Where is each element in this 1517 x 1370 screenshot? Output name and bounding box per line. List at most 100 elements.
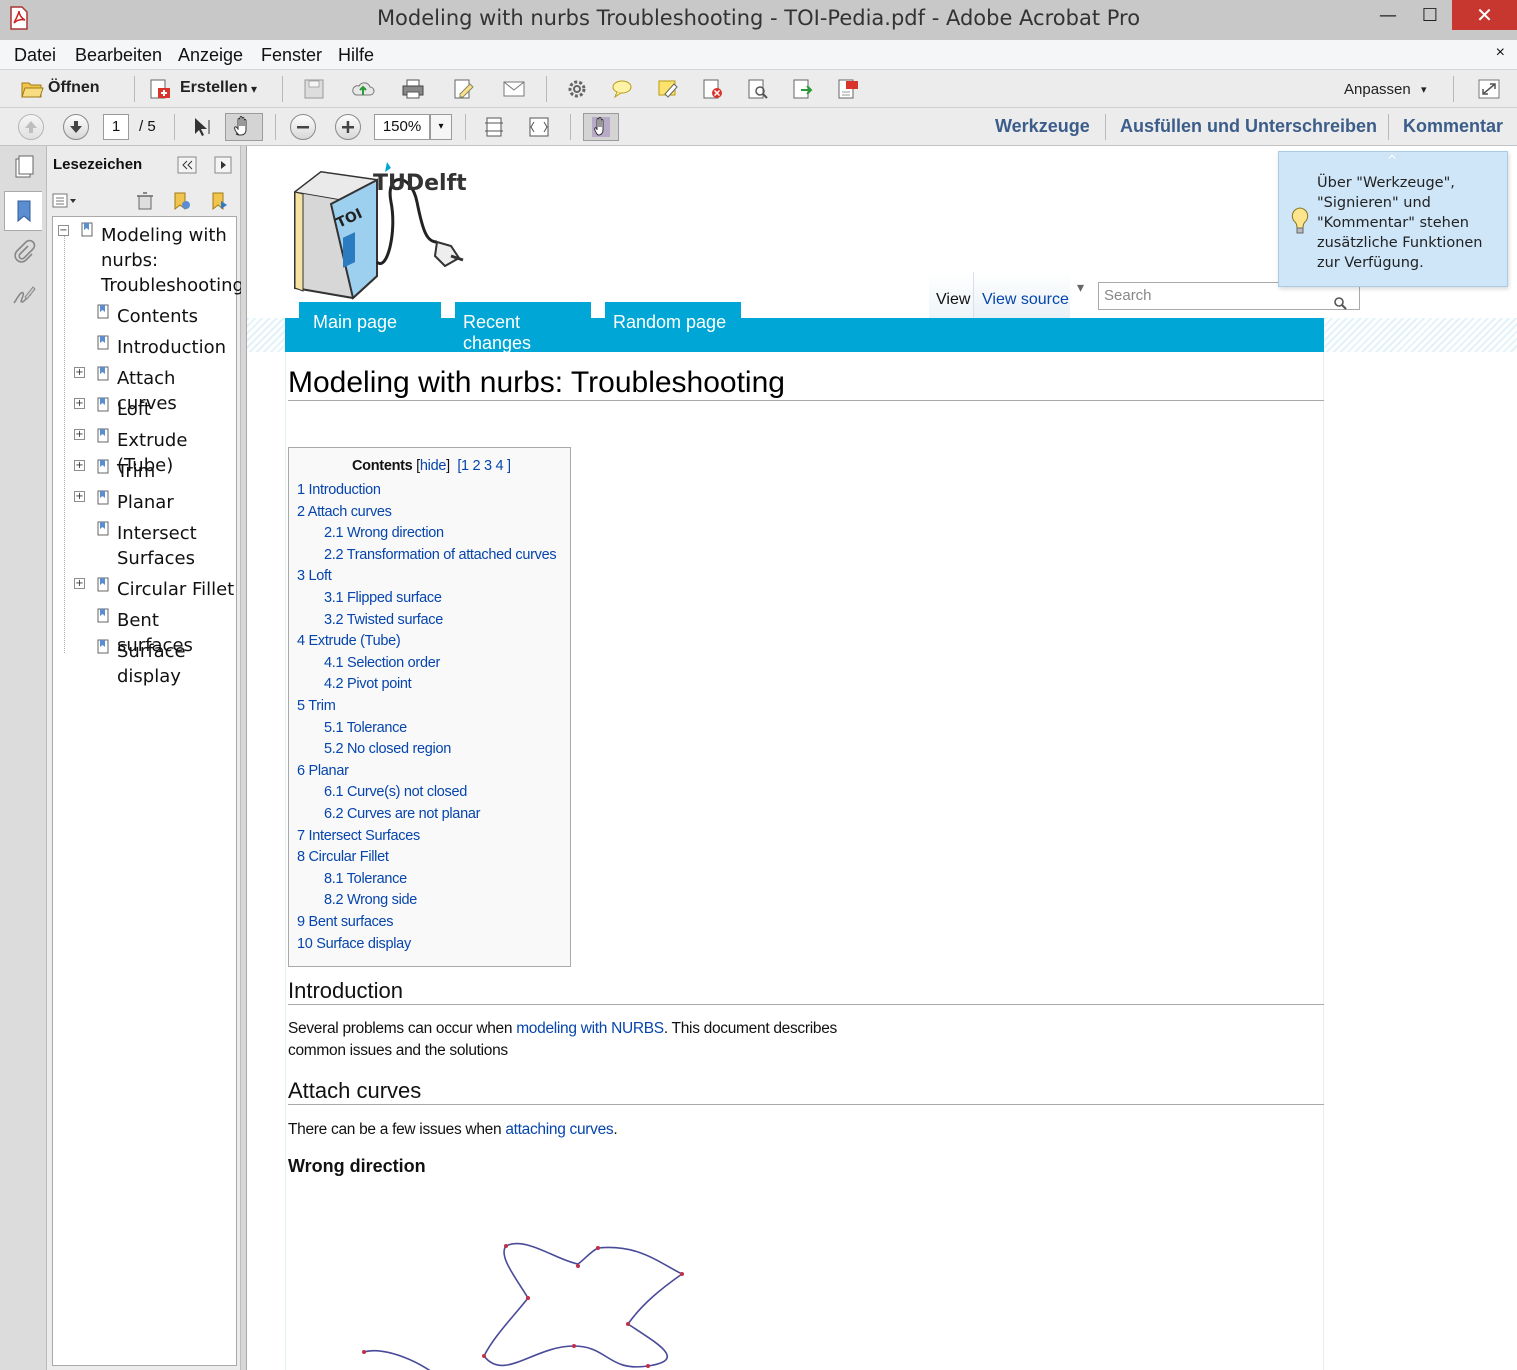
toc-entry[interactable]: 8.2 Wrong side	[324, 892, 417, 908]
export-icon[interactable]	[791, 78, 815, 100]
toc-entry[interactable]: 10 Surface display	[297, 936, 411, 952]
fullscreen-icon[interactable]	[1477, 78, 1501, 100]
toc-entry[interactable]: 1 Introduction	[297, 482, 381, 498]
toc-entry[interactable]: 3.2 Twisted surface	[324, 612, 443, 628]
expand-toggle-icon[interactable]: +	[74, 398, 85, 409]
create-dropdown-icon[interactable]: ▾	[251, 82, 257, 96]
save-icon[interactable]	[302, 78, 326, 100]
bookmark-item-planar[interactable]: Planar	[117, 490, 174, 515]
comment-pane-link[interactable]: Kommentar	[1403, 116, 1503, 137]
toc-entry[interactable]: 5.2 No closed region	[324, 741, 451, 757]
hand-tool-button[interactable]	[225, 113, 263, 141]
toc-entry[interactable]: 5 Trim	[297, 698, 336, 714]
bookmark-item-contents[interactable]: Contents	[117, 304, 198, 329]
bookmarks-tab[interactable]	[4, 191, 42, 231]
page-number-input[interactable]: 1	[103, 114, 129, 140]
toc-entry[interactable]: 4 Extrude (Tube)	[297, 633, 401, 649]
create-button[interactable]: Erstellen	[180, 79, 248, 97]
search-icon[interactable]	[1333, 296, 1347, 310]
tab-recent-changes[interactable]: Recent changes	[455, 302, 591, 353]
toc-entry[interactable]: 8 Circular Fillet	[297, 849, 389, 865]
menu-datei[interactable]: Datei	[14, 45, 56, 66]
next-page-button[interactable]	[63, 114, 89, 140]
open-button[interactable]: Öffnen	[48, 79, 100, 97]
highlight-icon[interactable]	[656, 78, 680, 100]
link-attaching-curves[interactable]: attaching curves	[505, 1121, 613, 1138]
customize-button[interactable]: Anpassen	[1344, 81, 1411, 98]
attachment-icon[interactable]	[11, 239, 37, 265]
document-view[interactable]: TOI TUDelft View View source ▾ Search Ma…	[247, 146, 1517, 1370]
link-modeling-nurbs[interactable]: modeling with NURBS	[516, 1020, 664, 1037]
close-document-button[interactable]: ×	[1496, 44, 1505, 62]
bookmark-options-icon[interactable]	[52, 191, 78, 211]
expand-toggle-icon[interactable]: +	[74, 460, 85, 471]
zoom-input[interactable]: 150%	[374, 114, 430, 140]
page-thumbnails-icon[interactable]	[11, 154, 37, 180]
expand-toggle-icon[interactable]: +	[74, 491, 85, 502]
menu-bearbeiten[interactable]: Bearbeiten	[75, 45, 162, 66]
trash-icon[interactable]	[135, 191, 155, 211]
toc-entry[interactable]: 7 Intersect Surfaces	[297, 828, 420, 844]
bookmark-item-trim[interactable]: Trim	[117, 459, 155, 484]
collapse-panel-icon[interactable]	[177, 156, 197, 174]
bookmark-item-display[interactable]: Surface display	[117, 639, 197, 689]
panel-options-arrow-icon[interactable]	[214, 156, 232, 174]
new-bookmark-icon[interactable]	[171, 191, 191, 211]
signatures-icon[interactable]	[11, 283, 37, 309]
edit-document-icon[interactable]	[452, 78, 476, 100]
toc-entry[interactable]: 6.2 Curves are not planar	[324, 806, 480, 822]
print-icon[interactable]	[401, 78, 425, 100]
toc-entry[interactable]: 9 Bent surfaces	[297, 914, 394, 930]
bookmark-item-loft[interactable]: Loft	[117, 397, 151, 422]
collapse-toggle-icon[interactable]: −	[58, 225, 69, 236]
customize-dropdown-icon[interactable]: ▾	[1421, 83, 1427, 96]
expand-bookmark-icon[interactable]	[209, 191, 229, 211]
toc-entry[interactable]: 4.1 Selection order	[324, 655, 440, 671]
tab-random-page[interactable]: Random page	[605, 302, 741, 340]
bookmark-item-fillet[interactable]: Circular Fillet	[117, 577, 234, 602]
toc-entry[interactable]: 2.2 Transformation of attached curves	[324, 547, 557, 563]
fit-width-icon[interactable]	[527, 116, 551, 138]
toc-entry[interactable]: 8.1 Tolerance	[324, 871, 407, 887]
toc-entry[interactable]: 3.1 Flipped surface	[324, 590, 442, 606]
zoom-dropdown-icon[interactable]: ▾	[430, 114, 452, 140]
toc-entry[interactable]: 3 Loft	[297, 568, 332, 584]
comment-icon[interactable]	[610, 78, 634, 100]
tab-main-page[interactable]: Main page	[299, 302, 441, 340]
fit-page-icon[interactable]	[482, 116, 506, 138]
toc-entry[interactable]: 6 Planar	[297, 763, 349, 779]
close-window-button[interactable]: ✕	[1452, 0, 1517, 30]
zoom-in-button[interactable]	[335, 114, 361, 140]
previous-page-button[interactable]	[18, 114, 44, 140]
delete-pages-icon[interactable]	[701, 78, 725, 100]
find-in-pages-icon[interactable]	[746, 78, 770, 100]
bookmark-item-introduction[interactable]: Introduction	[117, 335, 226, 360]
bookmark-item-title[interactable]: Modeling with nurbs: Troubleshooting	[101, 223, 244, 298]
toc-entry[interactable]: 4.2 Pivot point	[324, 676, 412, 692]
cloud-upload-icon[interactable]	[351, 78, 375, 100]
folder-open-icon[interactable]	[20, 78, 44, 100]
menu-anzeige[interactable]: Anzeige	[178, 45, 243, 66]
expand-toggle-icon[interactable]: +	[74, 578, 85, 589]
select-cursor-icon[interactable]	[189, 116, 213, 138]
toc-entry[interactable]: 5.1 Tolerance	[324, 720, 407, 736]
toc-entry[interactable]: 2 Attach curves	[297, 504, 392, 520]
expand-toggle-icon[interactable]: +	[74, 367, 85, 378]
create-pdf-icon[interactable]	[148, 78, 172, 100]
toc-entry[interactable]: 6.1 Curve(s) not closed	[324, 784, 467, 800]
menu-hilfe[interactable]: Hilfe	[338, 45, 374, 66]
minimize-button[interactable]: —	[1366, 0, 1410, 30]
tools-pane-link[interactable]: Werkzeuge	[995, 116, 1090, 137]
more-actions-dropdown-icon[interactable]: ▾	[1077, 280, 1084, 296]
email-icon[interactable]	[502, 78, 526, 100]
form-pdf-icon[interactable]	[836, 78, 860, 100]
menu-fenster[interactable]: Fenster	[261, 45, 322, 66]
fill-sign-pane-link[interactable]: Ausfüllen und Unterschreiben	[1120, 116, 1377, 137]
tab-view[interactable]: View	[929, 272, 973, 318]
toc-hide-link[interactable]: hide	[420, 458, 447, 474]
maximize-button[interactable]: ☐	[1410, 0, 1450, 30]
zoom-out-button[interactable]	[290, 114, 316, 140]
bookmark-item-intersect[interactable]: Intersect Surfaces	[117, 521, 227, 571]
read-mode-button[interactable]	[583, 113, 619, 141]
toc-levels[interactable]: [1 2 3 4 ]	[457, 458, 511, 474]
